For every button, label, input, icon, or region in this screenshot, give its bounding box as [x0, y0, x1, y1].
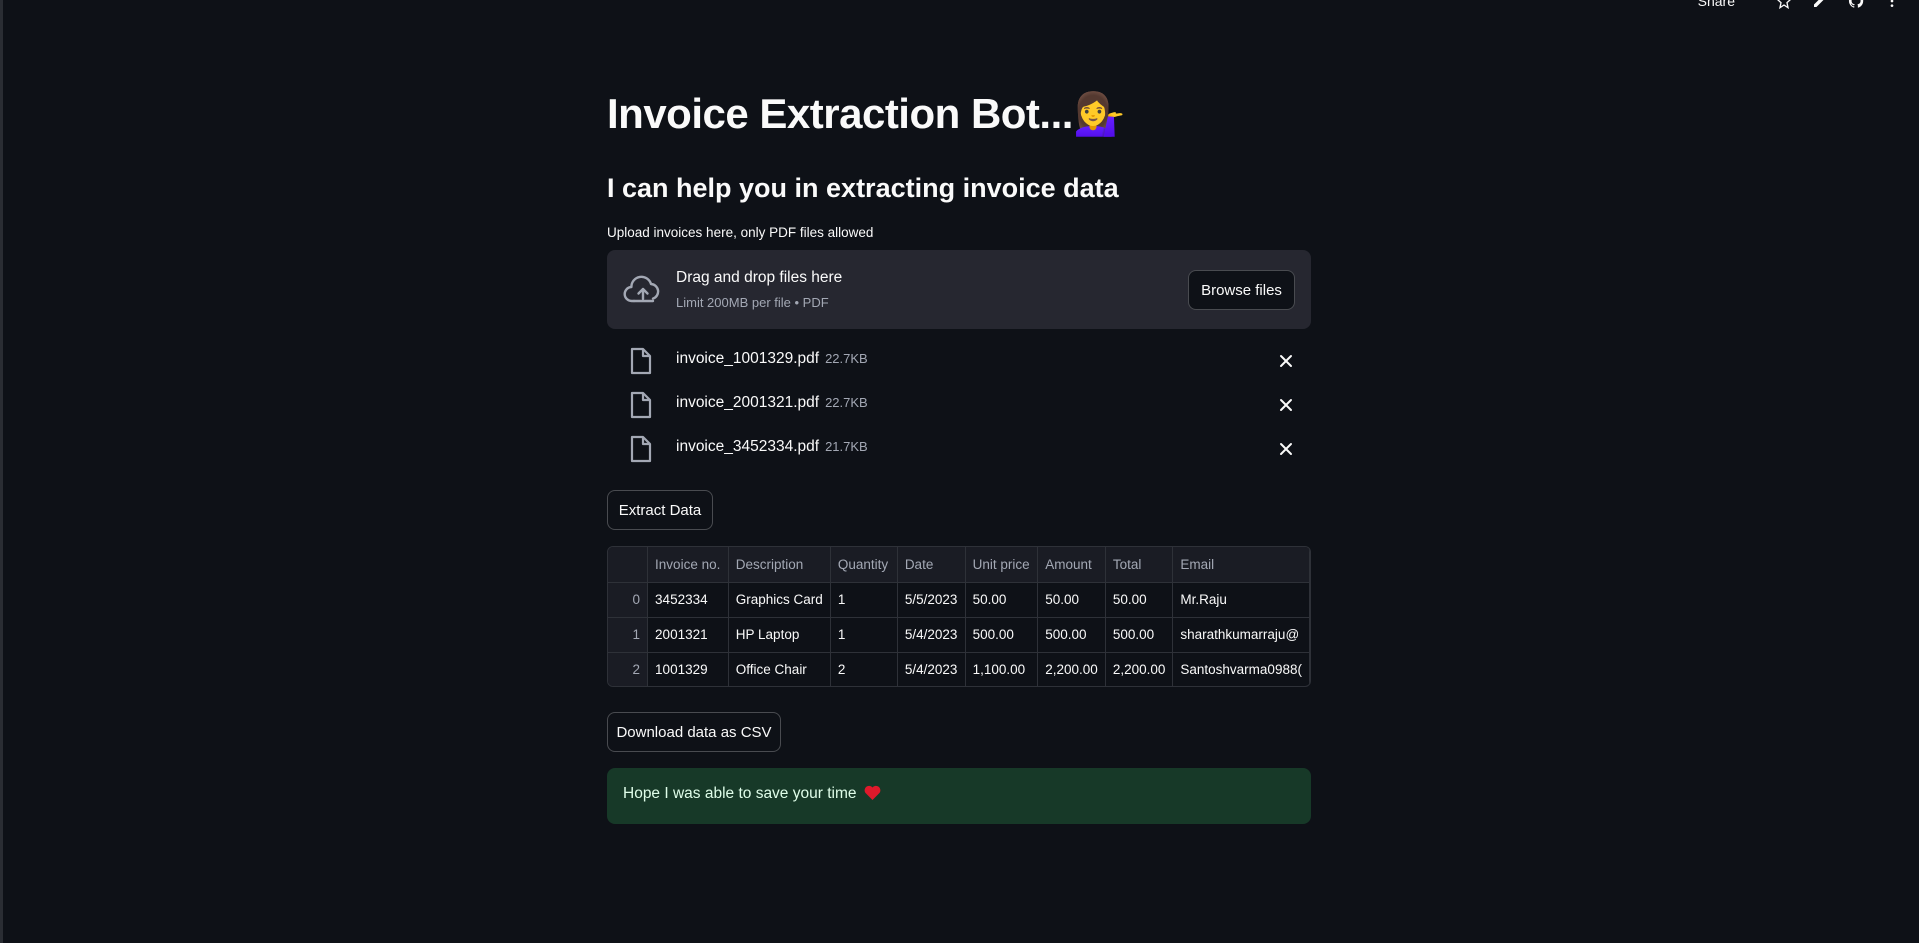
download-csv-button[interactable]: Download data as CSV [607, 712, 781, 752]
table-cell[interactable]: 5/5/2023 [897, 582, 966, 618]
table-cell[interactable]: Office Chair [728, 652, 831, 686]
column-header[interactable]: Quantity [830, 547, 898, 583]
remove-file-icon[interactable] [1278, 397, 1294, 413]
title-emoji: 💁‍♀️ [1072, 90, 1125, 137]
page-title-text: Invoice Extraction Bot... [607, 90, 1073, 137]
file-icon [630, 347, 652, 375]
remove-file-icon[interactable] [1278, 353, 1294, 369]
row-index: 2 [608, 652, 649, 686]
dropzone-limit: Limit 200MB per file • PDF [676, 295, 829, 310]
table-header-row: Invoice no. Description Quantity Date Un… [608, 547, 1310, 583]
column-header[interactable]: Total [1105, 547, 1174, 583]
file-name: invoice_2001321.pdf [676, 394, 820, 411]
uploader-label: Upload invoices here, only PDF files all… [607, 225, 874, 240]
share-button[interactable]: Share [1698, 0, 1735, 9]
uploaded-file-item: invoice_3452334.pdf 21.7KB [607, 429, 1311, 469]
file-size: 22.7KB [825, 395, 868, 410]
table-cell[interactable]: sharathkumarraju@ [1172, 617, 1310, 653]
table-cell[interactable]: 500.00 [1105, 617, 1174, 653]
dropzone-title: Drag and drop files here [676, 269, 843, 286]
uploaded-file-item: invoice_2001321.pdf 22.7KB [607, 385, 1311, 425]
table-cell[interactable]: 1,100.00 [965, 652, 1039, 686]
table-cell[interactable]: 2 [830, 652, 898, 686]
table-row: 1 2001321 HP Laptop 1 5/4/2023 500.00 50… [608, 617, 1310, 653]
column-header[interactable]: Invoice no. [647, 547, 729, 583]
success-text: Hope I was able to save your time [623, 785, 857, 802]
file-dropzone[interactable]: Drag and drop files here Limit 200MB per… [607, 250, 1311, 329]
table-cell[interactable]: 50.00 [1037, 582, 1106, 618]
column-header[interactable]: Amount [1037, 547, 1106, 583]
table-cell[interactable]: 1 [830, 617, 898, 653]
table-row: 0 3452334 Graphics Card 1 5/5/2023 50.00… [608, 582, 1310, 618]
row-index: 1 [608, 617, 649, 653]
table-row: 2 1001329 Office Chair 2 5/4/2023 1,100.… [608, 652, 1310, 686]
file-size: 22.7KB [825, 351, 868, 366]
table-cell[interactable]: 5/4/2023 [897, 652, 966, 686]
file-icon [630, 435, 652, 463]
table-cell[interactable]: HP Laptop [728, 617, 831, 653]
table-cell[interactable]: 50.00 [965, 582, 1039, 618]
table-cell[interactable]: 500.00 [965, 617, 1039, 653]
table-cell[interactable]: 500.00 [1037, 617, 1106, 653]
extract-data-button[interactable]: Extract Data [607, 490, 713, 530]
file-size: 21.7KB [825, 439, 868, 454]
top-toolbar: Share [1698, 0, 1901, 14]
data-table[interactable]: Invoice no. Description Quantity Date Un… [607, 546, 1311, 687]
table-cell[interactable]: Mr.Raju [1172, 582, 1310, 618]
column-header[interactable]: Date [897, 547, 966, 583]
page-subtitle: I can help you in extracting invoice dat… [607, 173, 1119, 203]
table-cell[interactable]: 1 [830, 582, 898, 618]
browse-files-button[interactable]: Browse files [1188, 270, 1295, 310]
row-index: 0 [608, 582, 649, 618]
heart-icon [864, 785, 881, 805]
table-cell[interactable]: 3452334 [647, 582, 729, 618]
pencil-icon[interactable] [1811, 0, 1829, 10]
file-name: invoice_3452334.pdf [676, 438, 820, 455]
remove-file-icon[interactable] [1278, 441, 1294, 457]
column-header[interactable]: Description [728, 547, 831, 583]
column-header[interactable]: Unit price [965, 547, 1039, 583]
page-title: Invoice Extraction Bot...💁‍♀️ [607, 90, 1125, 139]
success-message: Hope I was able to save your time [607, 768, 1311, 824]
table-cell[interactable]: 2,200.00 [1105, 652, 1174, 686]
table-cell[interactable]: 2001321 [647, 617, 729, 653]
table-cell[interactable]: 5/4/2023 [897, 617, 966, 653]
column-header [608, 547, 649, 583]
table-cell[interactable]: 2,200.00 [1037, 652, 1106, 686]
more-vertical-icon[interactable] [1883, 0, 1901, 10]
file-name: invoice_1001329.pdf [676, 350, 820, 367]
github-icon[interactable] [1847, 0, 1865, 10]
star-icon[interactable] [1775, 0, 1793, 10]
table-cell[interactable]: 1001329 [647, 652, 729, 686]
uploaded-file-item: invoice_1001329.pdf 22.7KB [607, 341, 1311, 381]
table-cell[interactable]: 50.00 [1105, 582, 1174, 618]
file-icon [630, 391, 652, 419]
window-left-edge [0, 0, 3, 943]
column-header[interactable]: Email [1172, 547, 1310, 583]
cloud-upload-icon [623, 274, 663, 306]
table-cell[interactable]: Santoshvarma0988( [1172, 652, 1310, 686]
table-cell[interactable]: Graphics Card [728, 582, 831, 618]
